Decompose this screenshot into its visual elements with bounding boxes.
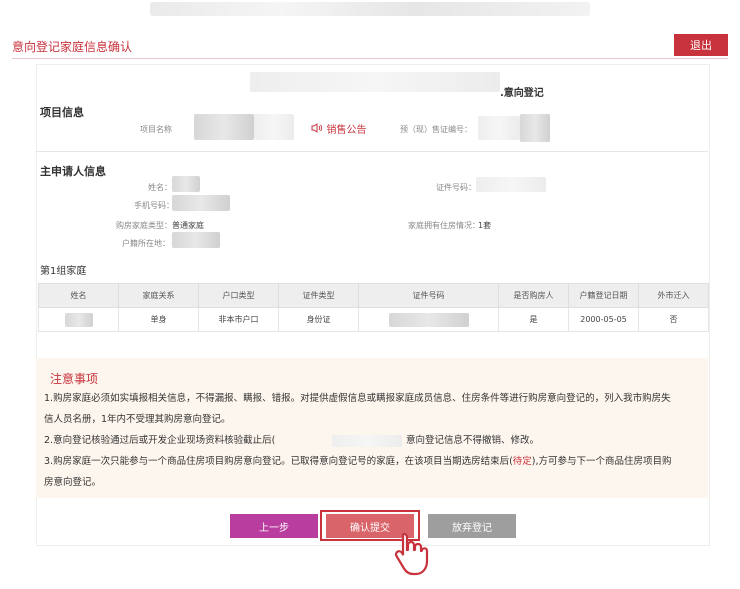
project-name-label: 项目名称 — [140, 125, 172, 134]
table-header-cell: 是否购房人 — [498, 283, 569, 308]
applicant-id-label: 证件号码： — [436, 183, 476, 192]
family-type-value: 普通家庭 — [172, 221, 204, 230]
abandon-registration-button[interactable]: 放弃登记 — [428, 514, 516, 538]
prev-step-button[interactable]: 上一步 — [230, 514, 318, 538]
housing-status-value: 1套 — [478, 221, 492, 230]
applicant-section-title: 主申请人信息 — [40, 165, 106, 178]
notes-box: 注意事项 1.购房家庭必须如实填报相关信息，不得漏报、瞒报、错报。对提供虚假信息… — [36, 358, 708, 498]
sales-notice-link[interactable]: 销售公告 — [311, 121, 367, 136]
notes-line-2a: 2.意向登记核验通过后或开发企业现场资料核验截止后( — [44, 435, 276, 446]
table-cell-id — [358, 307, 499, 332]
table-header-cell: 家庭关系 — [118, 283, 199, 308]
family-table: 姓名 家庭关系 户口类型 证件类型 证件号码 是否购房人 户籍登记日期 外市迁入… — [38, 283, 709, 332]
redacted-date — [332, 435, 402, 447]
sales-notice-label: 销售公告 — [326, 125, 367, 136]
redacted-project-name — [194, 114, 254, 140]
table-header-cell: 外市迁入 — [638, 283, 709, 308]
hand-cursor-icon — [392, 530, 432, 581]
redacted-applicant-name — [172, 176, 200, 192]
redacted-hukou — [172, 232, 220, 248]
table-cell: 否 — [638, 307, 709, 332]
redacted-member-id — [388, 312, 469, 327]
notes-line-3-highlight: 待定 — [512, 456, 532, 467]
notes-line-3: 3.购房家庭一次只能参与一个商品住房项目购房意向登记。已取得意向登记号的家庭，在… — [44, 455, 672, 469]
project-heading-suffix: .意向登记 — [500, 88, 544, 99]
notes-line-3c: 房意向登记。 — [44, 477, 102, 488]
permit-number-label: 预（现）售证编号： — [400, 125, 472, 134]
redacted-permit-number — [520, 114, 550, 142]
table-header-cell: 证件类型 — [278, 283, 359, 308]
table-cell: 是 — [498, 307, 569, 332]
exit-button[interactable]: 退出 — [674, 34, 728, 56]
project-section-title: 项目信息 — [40, 106, 84, 119]
redacted-member-name — [64, 312, 93, 327]
redacted-applicant-phone — [172, 195, 230, 211]
top-banner — [0, 0, 740, 26]
applicant-phone-label: 手机号码： — [134, 201, 174, 210]
table-cell: 单身 — [118, 307, 199, 332]
table-cell: 身份证 — [278, 307, 359, 332]
page-title: 意向登记家庭信息确认 — [12, 40, 133, 54]
table-row: 单身 非本市户口 身份证 是 2000-05-05 否 — [38, 307, 709, 332]
notes-line-1b: 信人员名册，1年内不受理其购房意向登记。 — [44, 414, 231, 425]
page-header: 意向登记家庭信息确认 退出 — [12, 34, 728, 58]
family-type-label: 购房家庭类型： — [116, 221, 172, 230]
redacted-permit-number-2 — [478, 116, 520, 140]
table-header-cell: 户籍登记日期 — [568, 283, 639, 308]
table-header-cell: 证件号码 — [358, 283, 499, 308]
table-cell: 2000-05-05 — [568, 307, 639, 332]
notes-line-3a: 3.购房家庭一次只能参与一个商品住房项目购房意向登记。已取得意向登记号的家庭，在… — [44, 456, 513, 467]
redacted-banner-title — [150, 2, 590, 16]
redacted-project-name-2 — [254, 114, 294, 140]
notes-line-3b: ),方可参与下一个商品住房项目购 — [531, 456, 672, 467]
redacted-applicant-id — [476, 177, 546, 192]
notes-title: 注意事项 — [50, 372, 99, 386]
table-header-cell: 姓名 — [38, 283, 119, 308]
table-cell: 非本市户口 — [198, 307, 279, 332]
redacted-project-heading — [250, 72, 500, 92]
family-table-header: 姓名 家庭关系 户口类型 证件类型 证件号码 是否购房人 户籍登记日期 外市迁入 — [38, 283, 709, 308]
table-cell-name — [38, 307, 119, 332]
notes-line-2b: 意向登记信息不得撤销、修改。 — [406, 435, 540, 446]
family-group-title: 第1组家庭 — [40, 266, 87, 277]
notes-line-1: 1.购房家庭必须如实填报相关信息，不得漏报、瞒报、错报。对提供虚假信息或瞒报家庭… — [44, 393, 671, 404]
header-divider — [12, 58, 728, 59]
housing-status-label: 家庭拥有住房情况： — [408, 221, 480, 230]
table-header-cell: 户口类型 — [198, 283, 279, 308]
hukou-label: 户籍所在地： — [122, 239, 170, 248]
applicant-name-label: 姓名： — [148, 183, 172, 192]
project-divider — [36, 151, 708, 152]
speaker-icon — [311, 123, 327, 136]
